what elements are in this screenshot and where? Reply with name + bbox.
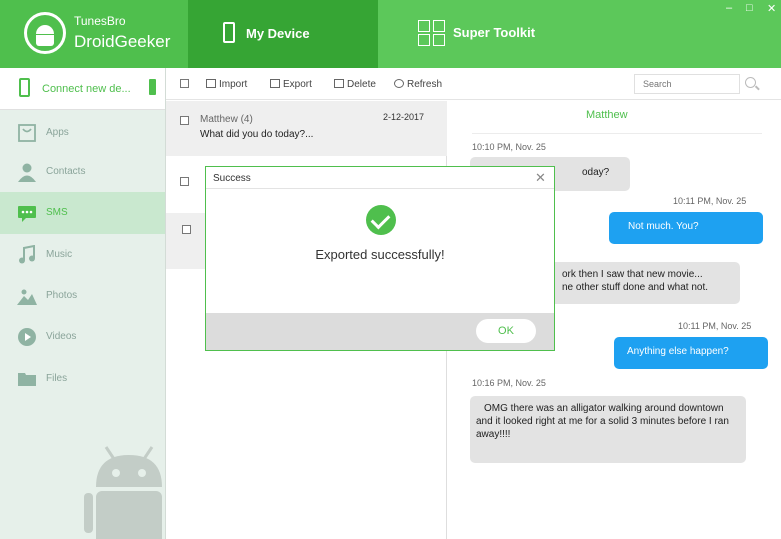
refresh-button[interactable]: Refresh [394, 79, 442, 90]
divider [472, 133, 762, 134]
sidebar-item-videos[interactable]: Videos [0, 316, 165, 358]
message-date: 2-12-2017 [383, 112, 425, 122]
dialog-footer: OK [206, 313, 554, 350]
dialog-message: Exported successfully! [315, 247, 445, 262]
sidebar-item-label: Contacts [46, 166, 86, 177]
import-button[interactable]: Import [206, 79, 247, 90]
success-check-icon [366, 205, 396, 235]
sidebar-item-contacts[interactable]: Contacts [0, 151, 165, 193]
sidebar-item-sms[interactable]: SMS [0, 192, 165, 234]
tab-super-toolkit-label: Super Toolkit [453, 25, 536, 40]
sidebar-item-label: Music [46, 249, 73, 260]
sidebar: Connect new de... Apps Contacts SMS Musi… [0, 68, 166, 539]
minimize-button[interactable]: – [726, 2, 732, 14]
close-button[interactable]: ✕ [767, 2, 776, 15]
message-preview: What did you do today?... [200, 129, 314, 140]
message-bubble-incoming: OMG there was an alligator walking aroun… [470, 396, 746, 463]
brand-product-name: DroidGeeker [74, 32, 171, 51]
row-checkbox[interactable] [182, 225, 191, 234]
message-bubble-outgoing: Not much. You? [609, 212, 763, 244]
sidebar-item-files[interactable]: Files [0, 358, 165, 400]
sidebar-item-apps[interactable]: Apps [0, 112, 165, 154]
connect-new-device-label: Connect new de... [42, 83, 131, 95]
sidebar-item-photos[interactable]: Photos [0, 275, 165, 317]
success-dialog: Success ✕ Exported successfully! OK [205, 166, 555, 351]
connect-new-device-button[interactable]: Connect new de... [0, 68, 165, 110]
restore-button[interactable]: □ [746, 2, 753, 14]
delete-button[interactable]: Delete [334, 79, 376, 90]
list-item[interactable]: Matthew (4) 2-12-2017 What did you do to… [166, 101, 447, 156]
contact-name: Matthew (4) [200, 114, 253, 125]
chat-icon [18, 206, 36, 222]
sidebar-item-label: Files [46, 373, 68, 384]
sidebar-item-music[interactable]: Music [0, 234, 165, 276]
row-checkbox[interactable] [180, 116, 189, 125]
tab-my-device[interactable]: My Device [188, 0, 378, 68]
phone-icon [19, 78, 30, 97]
mountain-photo-icon [17, 289, 37, 305]
dialog-title: Success [213, 173, 251, 184]
select-all-checkbox[interactable] [180, 79, 189, 88]
sidebar-item-label: Videos [46, 331, 77, 342]
search-input[interactable] [634, 74, 740, 94]
play-circle-icon [18, 328, 36, 346]
sidebar-item-label: SMS [46, 207, 68, 218]
phone-icon [223, 22, 235, 43]
message-timestamp: 10:11 PM, Nov. 25 [678, 321, 752, 331]
brand-area: TunesBro DroidGeeker [0, 0, 188, 68]
import-label: Import [219, 79, 248, 90]
brand-company: TunesBro [74, 14, 126, 28]
message-timestamp: 10:10 PM, Nov. 25 [472, 142, 546, 152]
toolkit-grid-icon [418, 20, 446, 47]
divider [206, 188, 554, 189]
message-bubble-outgoing: Anything else happen? [614, 337, 768, 369]
bag-icon [18, 124, 36, 142]
export-icon [270, 79, 280, 88]
search-icon[interactable] [745, 77, 756, 88]
sidebar-item-label: Apps [46, 127, 69, 138]
delete-label: Delete [347, 79, 376, 90]
person-icon [18, 163, 36, 182]
usb-icon [149, 79, 156, 95]
ok-button[interactable]: OK [476, 319, 536, 343]
android-mascot-icon [84, 446, 162, 539]
music-note-icon [19, 245, 35, 264]
export-button[interactable]: Export [270, 79, 312, 90]
toolbar: Import Export Delete Refresh [166, 68, 781, 100]
export-label: Export [283, 79, 312, 90]
conversation-title: Matthew [586, 109, 628, 121]
tab-my-device-label: My Device [246, 26, 310, 41]
app-header: TunesBro DroidGeeker My Device Super Too… [0, 0, 781, 68]
message-timestamp: 10:16 PM, Nov. 25 [472, 378, 546, 388]
tab-super-toolkit[interactable]: Super Toolkit [378, 0, 618, 68]
trash-icon [334, 79, 344, 88]
dialog-close-icon[interactable]: ✕ [535, 171, 546, 184]
sidebar-item-label: Photos [46, 290, 78, 301]
row-checkbox[interactable] [180, 177, 189, 186]
folder-icon [18, 373, 36, 386]
android-logo-icon [24, 12, 66, 54]
message-timestamp: 10:11 PM, Nov. 25 [673, 196, 747, 206]
import-icon [206, 79, 216, 88]
refresh-label: Refresh [407, 79, 443, 90]
refresh-icon [394, 79, 404, 88]
